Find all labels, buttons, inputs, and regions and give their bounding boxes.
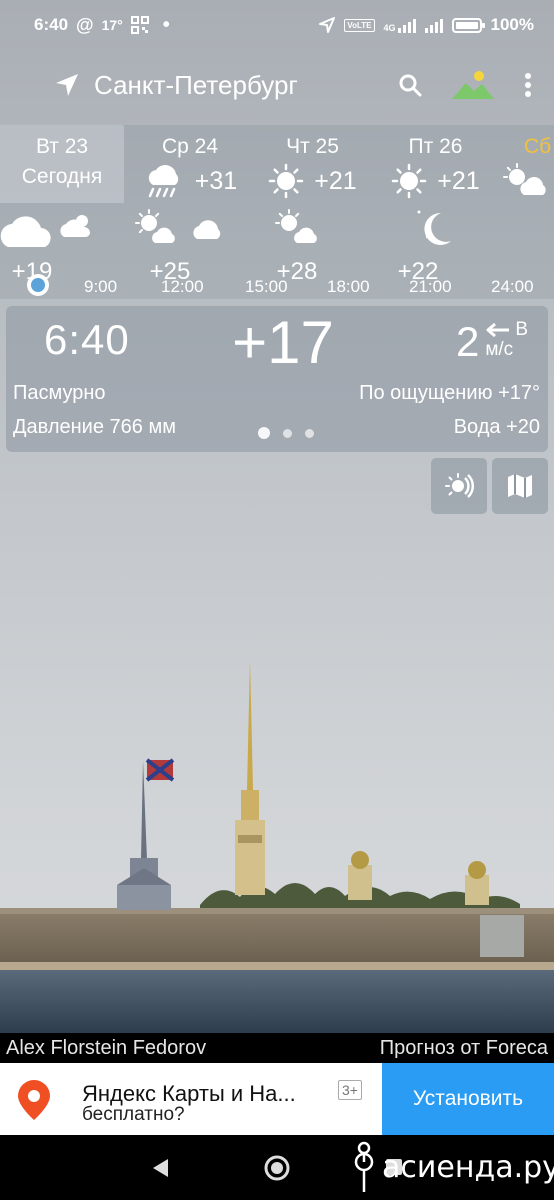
home-icon[interactable] (264, 1155, 290, 1181)
day-item[interactable]: Пт 26 +21 (378, 125, 493, 203)
signal-icon (424, 17, 443, 33)
map-pin-icon (18, 1080, 50, 1120)
water-temp-text: Вода +20 (453, 416, 540, 438)
hour-item: +22 (383, 207, 473, 286)
day-sub: Сегодня (21, 165, 103, 188)
page-indicator (258, 427, 314, 439)
location-status-icon (319, 17, 336, 33)
sun-icon (392, 163, 427, 199)
cloud-icon (0, 215, 90, 247)
day-item[interactable]: Сб (500, 125, 554, 203)
day-today[interactable]: Вт 23 Сегодня (0, 125, 124, 203)
install-button[interactable]: Установить (382, 1063, 554, 1135)
sun-radar-icon (445, 473, 475, 498)
forecast-source[interactable]: Прогноз от Foreca (380, 1037, 548, 1060)
search-icon[interactable] (398, 73, 422, 97)
day-name: Ср 24 (161, 135, 219, 158)
day-temp: +21 (314, 166, 357, 195)
hour-label: 21:00 (409, 277, 452, 296)
hour-label: 18:00 (327, 277, 370, 296)
pressure-text: Давление 766 мм (13, 416, 176, 438)
status-bar: 6:40 @ 17° • VoLTE 4G 100% (0, 0, 554, 50)
sun-icon (269, 163, 304, 199)
watermark-text: асиенда.ру (382, 1149, 554, 1185)
condition-text: Пасмурно (13, 382, 106, 404)
hour-item: +25 (135, 207, 225, 286)
hour-label: 12:00 (161, 277, 204, 296)
page-dot-active (258, 427, 270, 439)
age-rating-badge: 3+ (338, 1080, 362, 1100)
site-watermark: асиенда.ру (350, 1140, 554, 1194)
status-time: 6:40 (34, 15, 69, 34)
volte-badge: VoLTE (344, 18, 375, 32)
status-temp: 17° (101, 17, 123, 33)
ad-banner[interactable]: Яндекс Карты и На... бесплатно? 3+ Устан… (0, 1063, 554, 1135)
hour-label: 15:00 (245, 277, 288, 296)
day-temp: +21 (437, 166, 480, 195)
page-dot (283, 428, 292, 438)
back-icon[interactable] (150, 1157, 170, 1179)
current-conditions-card[interactable]: 6:40 +17 2 В м/с Пасмурно По ощущению +1… (6, 306, 548, 452)
overflow-dot-icon: • (162, 13, 170, 36)
battery-icon (451, 17, 485, 33)
hour-label: 24:00 (491, 277, 534, 296)
current-time-marker (27, 274, 49, 296)
qr-icon (130, 16, 149, 34)
landscape-icon[interactable] (452, 69, 494, 101)
city-name[interactable]: Санкт-Петербург (94, 70, 298, 101)
daily-forecast-strip: Вт 23 Сегодня Ср 24 +31 Чт 25 +21 Пт 26 … (0, 125, 554, 203)
sun-cloud-icon (503, 163, 546, 195)
sun-cloud-icon (135, 209, 221, 243)
battery-percent: 100% (490, 15, 534, 34)
wind-direction: В (515, 319, 528, 340)
signal-4g-icon: 4G (384, 17, 416, 33)
photo-author[interactable]: Alex Florstein Fedorov (6, 1037, 206, 1060)
credits-bar: Alex Florstein Fedorov Прогноз от Foreca (0, 1033, 554, 1063)
hour-item: +28 (252, 207, 342, 286)
day-name: Вт 23 (35, 135, 89, 158)
wind-block: 2 В м/с (456, 318, 528, 366)
at-icon: @ (76, 14, 94, 35)
moon-icon (417, 210, 451, 245)
day-name: Сб (524, 135, 552, 158)
ad-subtitle: бесплатно? (82, 1104, 185, 1125)
day-name: Чт 25 (286, 135, 339, 158)
hour-label: 9:00 (84, 277, 118, 296)
map-button[interactable] (492, 458, 548, 514)
map-icon (508, 474, 532, 498)
page-dot (305, 428, 314, 438)
rain-cloud-icon (148, 165, 178, 198)
day-name: Пт 26 (408, 135, 463, 158)
radar-button[interactable] (431, 458, 487, 514)
day-temp: +31 (194, 166, 238, 195)
wind-arrow-icon (486, 323, 510, 337)
day-item[interactable]: Ср 24 +31 (130, 125, 250, 203)
more-vert-icon[interactable] (524, 72, 532, 98)
wind-speed: 2 (455, 318, 480, 365)
wind-unit: м/с (485, 339, 514, 360)
feels-like-text: По ощущению +17° (359, 382, 540, 404)
app-bar: Санкт-Петербург (0, 55, 554, 115)
day-item[interactable]: Чт 25 +21 (255, 125, 370, 203)
sun-cloud-icon (275, 209, 317, 243)
location-arrow-icon[interactable] (54, 72, 80, 98)
watermark-logo-icon (354, 1141, 374, 1192)
